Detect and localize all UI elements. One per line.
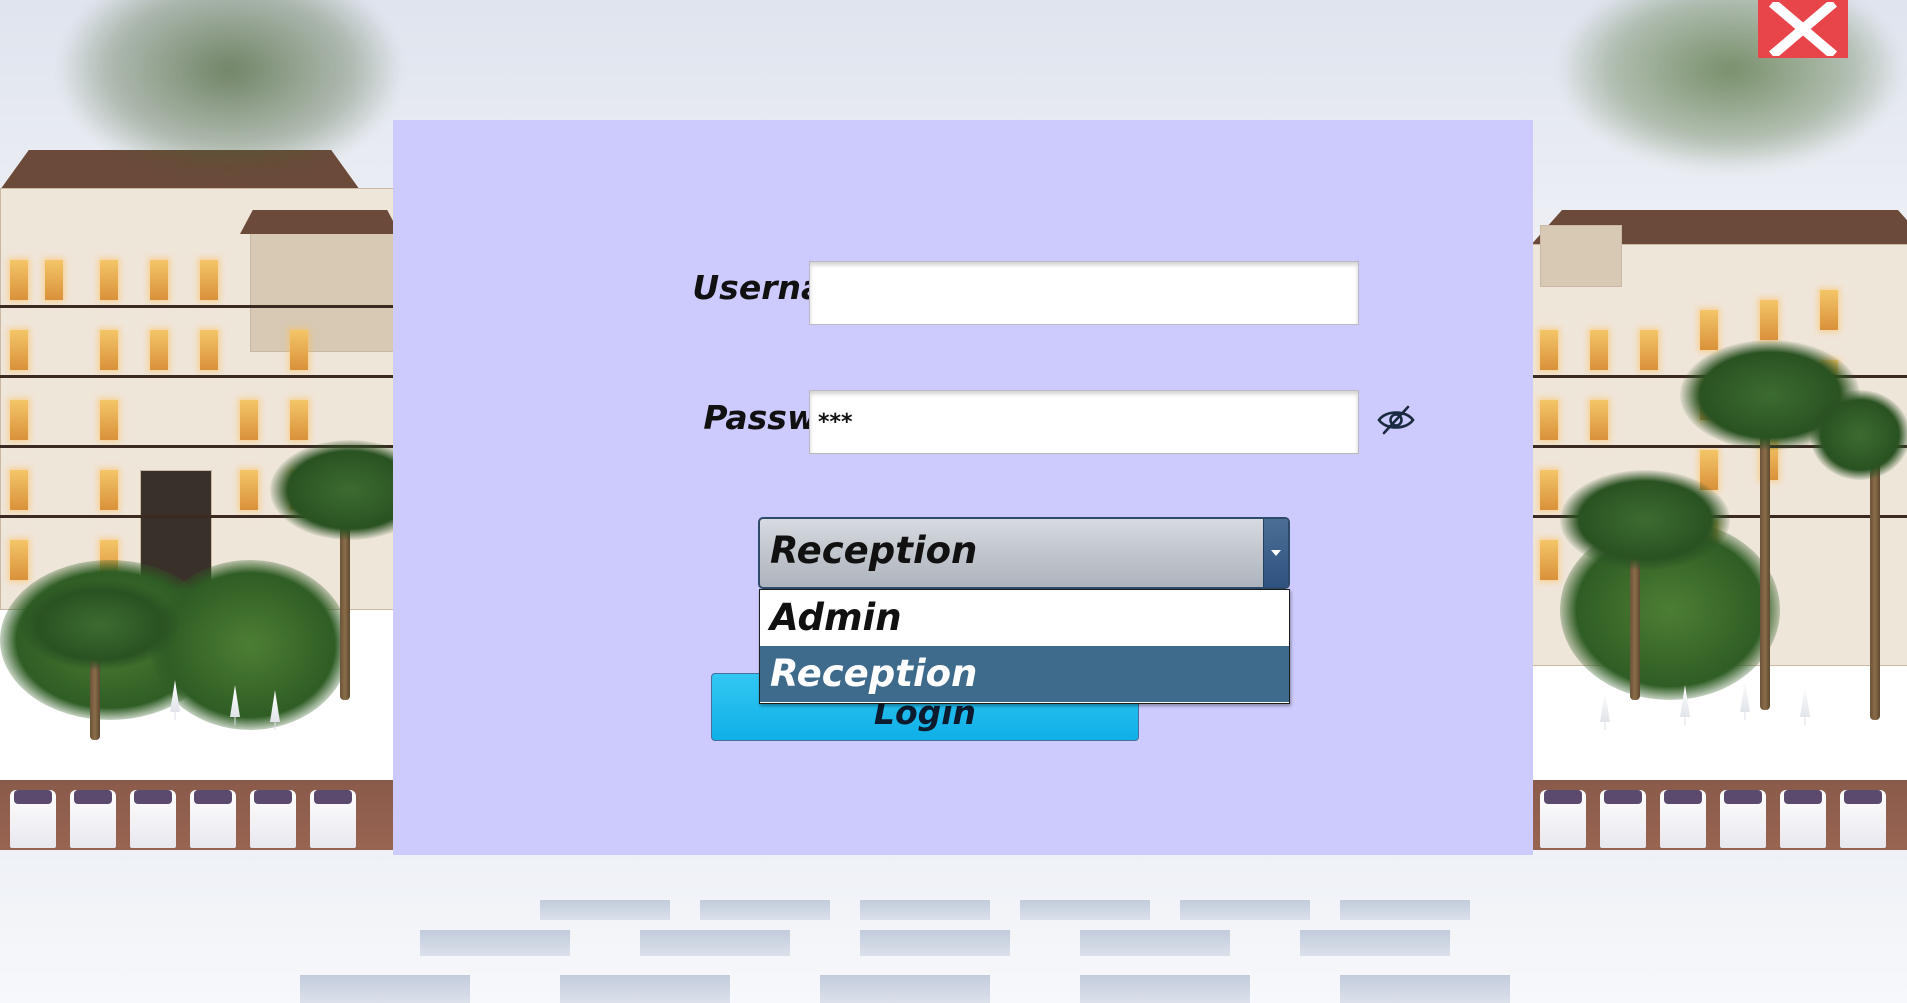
password-input[interactable] bbox=[809, 390, 1359, 454]
close-button[interactable] bbox=[1758, 0, 1848, 58]
role-option-reception[interactable]: Reception bbox=[760, 646, 1289, 702]
role-dropdown-list: Admin Reception bbox=[759, 589, 1290, 704]
username-input[interactable] bbox=[809, 261, 1359, 325]
close-icon bbox=[1768, 2, 1838, 56]
login-panel: Username Password Login Reception Admin … bbox=[393, 120, 1533, 855]
eye-slash-icon[interactable] bbox=[1376, 404, 1416, 436]
login-window: Username Password Login Reception Admin … bbox=[0, 0, 1907, 1003]
role-option-admin[interactable]: Admin bbox=[760, 590, 1289, 646]
chevron-down-icon[interactable] bbox=[1263, 519, 1288, 587]
role-select-value: Reception bbox=[770, 529, 978, 572]
role-select[interactable]: Reception bbox=[758, 517, 1290, 589]
